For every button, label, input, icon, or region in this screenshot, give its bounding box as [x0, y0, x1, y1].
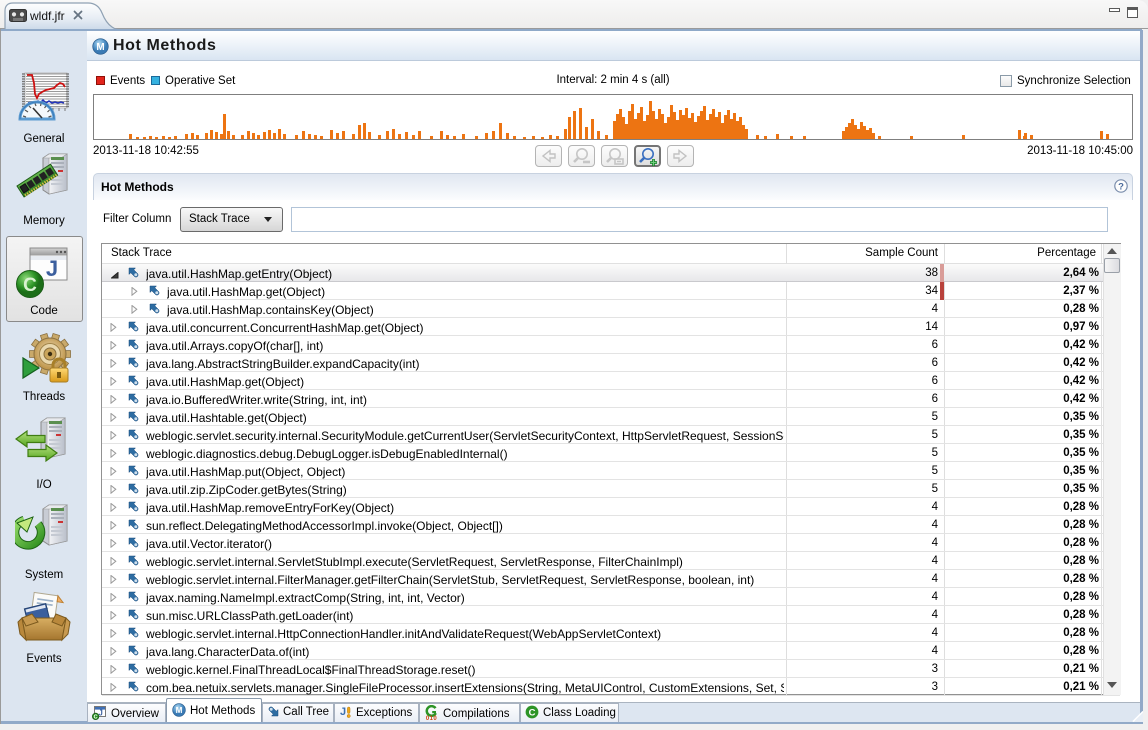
svg-text:C: C — [23, 275, 37, 296]
svg-text:M: M — [96, 42, 104, 53]
svg-text:M: M — [176, 706, 183, 715]
svg-text:?: ? — [1118, 181, 1124, 192]
svg-text:010: 010 — [426, 716, 437, 720]
svg-text:J: J — [340, 706, 346, 718]
svg-text:C: C — [529, 708, 536, 719]
svg-text:J: J — [46, 256, 58, 281]
svg-text:C: C — [94, 715, 98, 720]
